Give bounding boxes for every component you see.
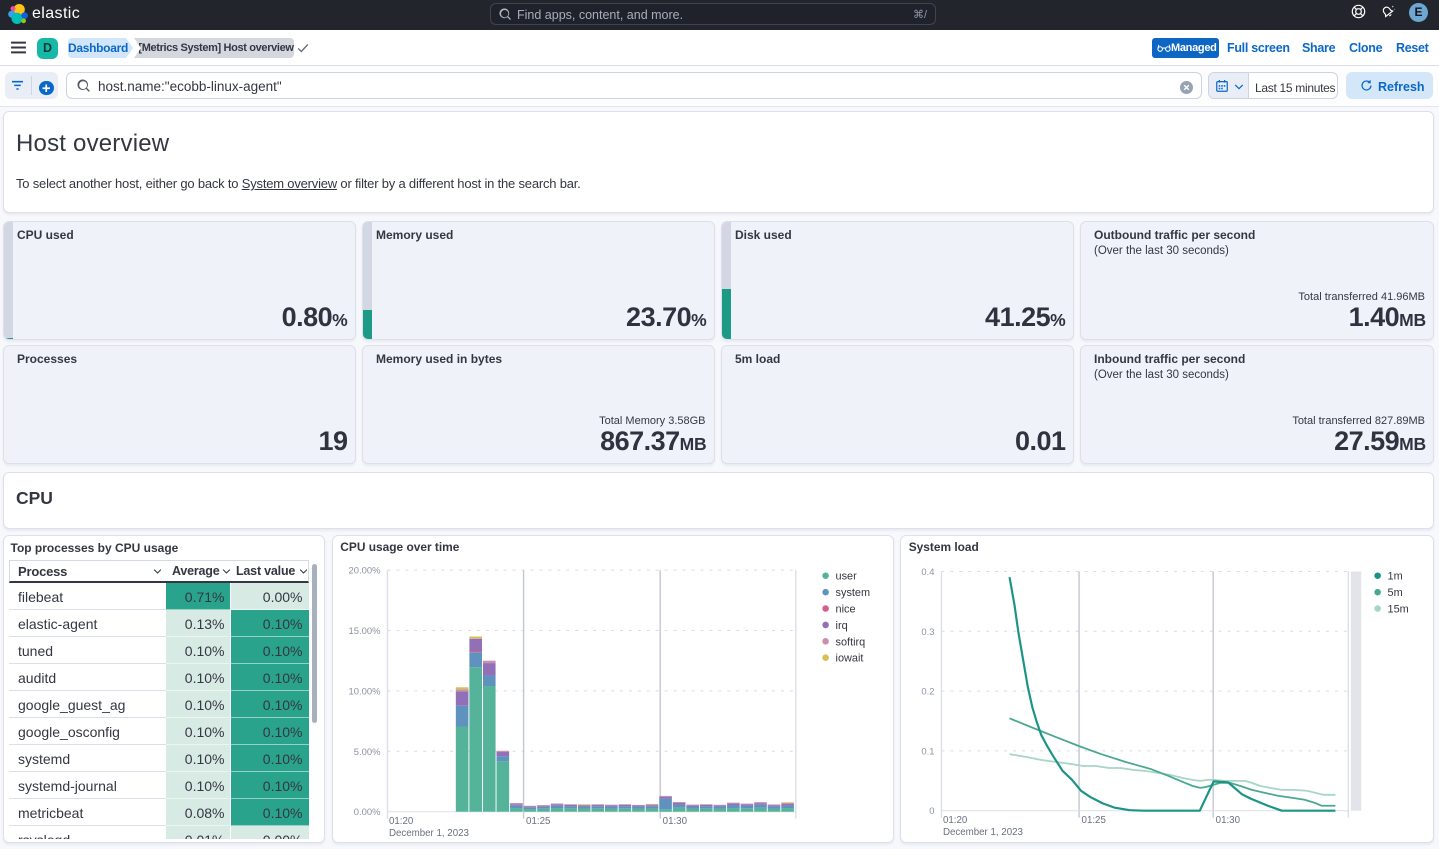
svg-text:01:20: 01:20 [388,816,413,827]
svg-text:0.3: 0.3 [921,625,934,636]
svg-text:System load: System load [908,539,978,553]
svg-text:15.00%: 15.00% [348,624,381,635]
svg-text:1m: 1m [1387,570,1402,582]
svg-text:10.00%: 10.00% [348,685,381,696]
svg-text:0.4: 0.4 [921,565,934,576]
svg-text:December 1, 2023: December 1, 2023 [388,828,468,839]
svg-text:iowait: iowait [835,652,863,664]
svg-text:softirq: softirq [835,636,865,648]
svg-text:0.00%: 0.00% [353,806,380,817]
svg-text:0.1: 0.1 [921,745,934,756]
svg-text:0: 0 [929,805,934,816]
svg-text:irq: irq [835,619,847,631]
svg-text:01:20: 01:20 [942,815,967,826]
svg-text:01:30: 01:30 [662,816,687,827]
svg-text:15m: 15m [1387,603,1408,615]
svg-text:01:25: 01:25 [1081,815,1105,826]
svg-text:nice: nice [835,603,855,615]
svg-text:20.00%: 20.00% [348,564,381,575]
svg-text:system: system [835,587,870,599]
svg-text:user: user [835,570,857,582]
svg-text:01:30: 01:30 [1215,815,1240,826]
svg-text:5.00%: 5.00% [353,745,380,756]
svg-text:5m: 5m [1387,587,1402,599]
svg-text:CPU usage over time: CPU usage over time [340,539,459,553]
svg-text:01:25: 01:25 [526,816,550,827]
svg-text:December 1, 2023: December 1, 2023 [942,827,1022,838]
svg-text:0.2: 0.2 [921,685,934,696]
